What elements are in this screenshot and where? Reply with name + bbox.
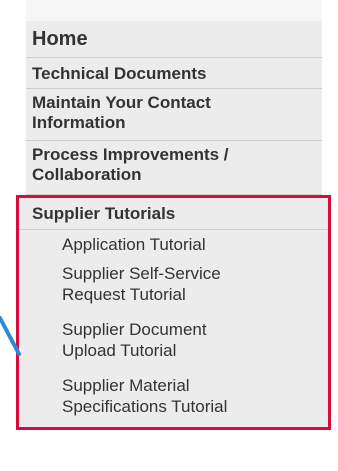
pointer-arrow-line [0,316,21,356]
pointer-arrow-icon [0,316,21,356]
